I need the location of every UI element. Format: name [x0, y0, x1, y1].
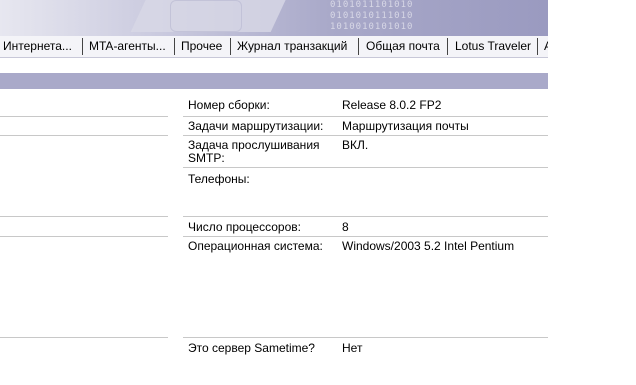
row-divider: [183, 116, 548, 117]
routing-tasks-label: Задачи маршрутизации:: [188, 119, 324, 133]
left-row-divider: [0, 337, 168, 338]
banner-binary-text: 1010010101010: [330, 22, 414, 32]
row-divider: [183, 167, 548, 168]
left-row-divider: [0, 236, 168, 237]
sametime-value: Нет: [342, 341, 363, 355]
build-number-label: Номер сборки:: [188, 98, 270, 112]
banner-decoration-frame: [170, 0, 242, 32]
build-number-value: Release 8.0.2 FP2: [342, 98, 442, 112]
banner-binary-text: 0101010111010: [330, 11, 414, 21]
left-row-divider: [0, 135, 168, 136]
tab-shared-mail[interactable]: Общая почта: [366, 36, 440, 57]
cpu-count-label: Число процессоров:: [188, 220, 301, 234]
tab-other[interactable]: Прочее: [181, 36, 222, 57]
tab-lotus-traveler[interactable]: Lotus Traveler: [455, 36, 531, 57]
tab-internet[interactable]: Интернета...: [3, 36, 72, 57]
smtp-listener-label-line2: SMTP:: [188, 151, 225, 165]
row-divider: [183, 236, 548, 237]
row-divider: [183, 135, 548, 136]
tab-separator: [230, 38, 231, 55]
sametime-label: Это сервер Sametime?: [188, 341, 315, 355]
banner-binary-text: 0101011101010: [330, 0, 414, 10]
header-banner: 0101011101010 0101010111010 101001010101…: [0, 0, 548, 36]
tab-separator: [447, 38, 448, 55]
tab-separator: [537, 38, 538, 55]
os-label: Операционная система:: [188, 239, 323, 253]
routing-tasks-value: Маршрутизация почты: [342, 119, 469, 133]
left-row-divider: [0, 116, 168, 117]
tab-mta-agents[interactable]: MTA-агенты...: [89, 36, 166, 57]
tab-overflow[interactable]: A: [544, 36, 548, 57]
phones-label: Телефоны:: [188, 172, 250, 186]
left-row-divider: [0, 216, 168, 217]
cpu-count-value: 8: [342, 220, 349, 234]
tab-transaction-log[interactable]: Журнал транзакций: [237, 36, 347, 57]
tab-separator: [82, 38, 83, 55]
os-value: Windows/2003 5.2 Intel Pentium: [342, 239, 515, 253]
row-divider: [183, 337, 548, 338]
tab-separator: [174, 38, 175, 55]
tab-separator: [358, 38, 359, 55]
smtp-listener-value: ВКЛ.: [342, 138, 369, 152]
section-header-bar: [0, 73, 548, 89]
row-divider: [183, 216, 548, 217]
tab-bar: Интернета... MTA-агенты... Прочее Журнал…: [0, 36, 548, 58]
